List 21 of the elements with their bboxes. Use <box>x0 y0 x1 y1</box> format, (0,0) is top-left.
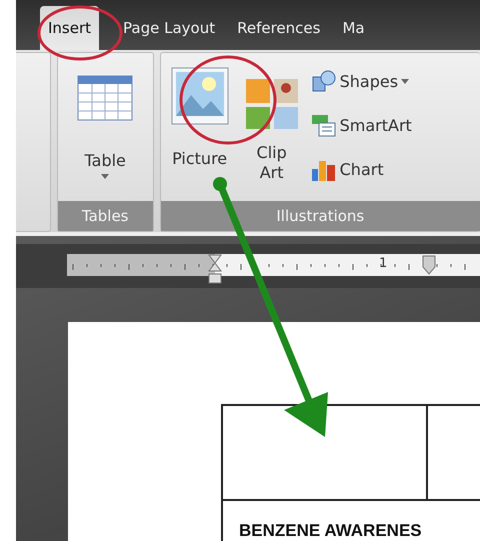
shapes-icon <box>310 69 337 93</box>
ribbon-button[interactable]: Table <box>73 71 138 183</box>
table-icon <box>77 75 134 121</box>
clip-art-icon <box>244 77 300 131</box>
ribbon-tab[interactable]: References <box>227 6 330 50</box>
ribbon-button[interactable]: Clip Art <box>240 63 303 187</box>
ribbon-tab[interactable]: Page Layout <box>113 6 226 50</box>
group-label: Illustrations <box>160 201 480 231</box>
picture-icon <box>170 67 229 125</box>
ribbon-button[interactable]: SmartArt <box>310 113 412 137</box>
ribbon-button[interactable]: Picture <box>166 63 233 172</box>
ribbon-tab[interactable]: Insert <box>40 6 100 50</box>
ribbon-tab[interactable]: Ma <box>332 6 375 50</box>
caret-icon <box>401 78 410 84</box>
smartart-icon <box>310 113 337 137</box>
caret-icon <box>101 174 110 179</box>
indent-marker-icon <box>208 254 222 284</box>
ribbon-button[interactable]: Chart <box>310 157 412 181</box>
ruler-number: 1 <box>379 256 388 271</box>
group-label: Tables <box>58 201 153 231</box>
ribbon-button[interactable]: Shapes <box>310 69 412 93</box>
